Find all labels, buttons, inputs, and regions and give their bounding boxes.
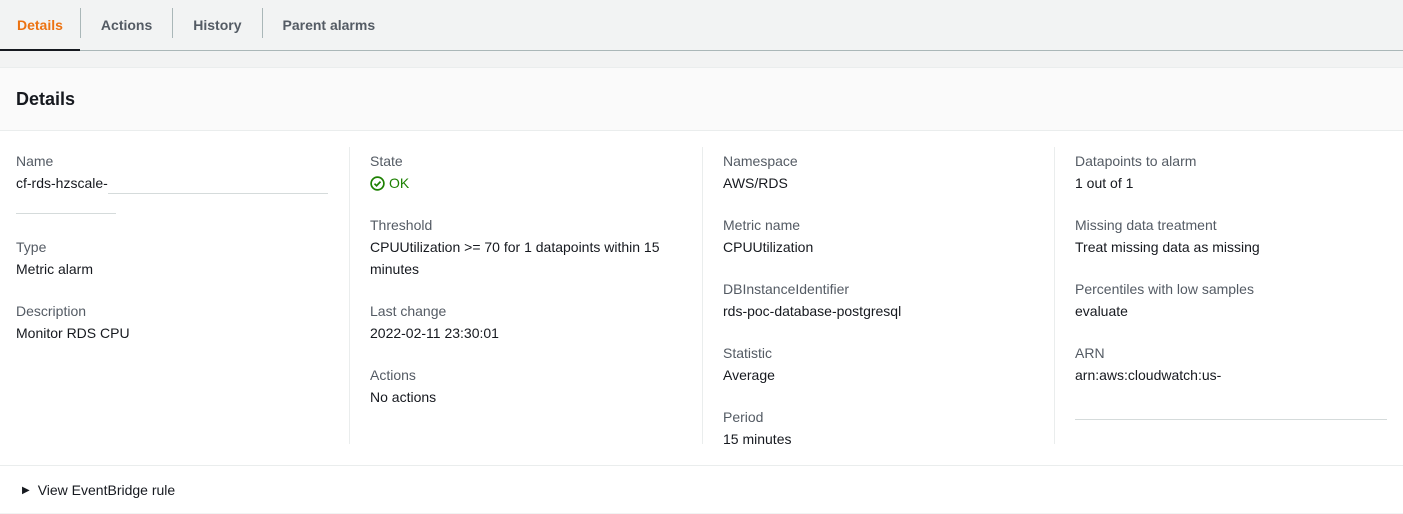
- metric-name-label: Metric name: [723, 217, 801, 233]
- dbinstance-label: DBInstanceIdentifier: [723, 281, 850, 297]
- tab-actions[interactable]: Actions: [81, 0, 172, 50]
- period-label: Period: [723, 409, 764, 425]
- missing-data-label: Missing data treatment: [1075, 217, 1217, 233]
- percentiles-value: evaluate: [1075, 303, 1128, 319]
- details-panel: Details Name cf-rds-hzscale- Type Metric …: [0, 67, 1403, 513]
- missing-data-value: Treat missing data as missing: [1075, 239, 1260, 255]
- tab-parent-alarms[interactable]: Parent alarms: [263, 0, 396, 50]
- metric-name-value: CPUUtilization: [723, 239, 814, 255]
- last-change-label: Last change: [370, 303, 447, 319]
- namespace-label: Namespace: [723, 153, 798, 169]
- column-1: Name cf-rds-hzscale- Type Metric alarm De…: [16, 150, 346, 364]
- caret-right-icon: ▶: [22, 484, 30, 496]
- percentiles-label: Percentiles with low samples: [1075, 281, 1254, 297]
- redacted-block: [16, 194, 116, 214]
- column-2: State OK Threshold CPUUtilization >= 70 f…: [349, 147, 679, 444]
- column-4: Datapoints to alarm 1 out of 1 Missing da…: [1054, 147, 1387, 444]
- threshold-value: CPUUtilization >= 70 for 1 datapoints wi…: [370, 239, 660, 277]
- tab-bar: Details Actions History Parent alarms: [0, 0, 1403, 51]
- name-label: Name: [16, 153, 54, 169]
- check-circle-icon: [370, 175, 385, 191]
- period-value: 15 minutes: [723, 431, 792, 447]
- type-label: Type: [16, 239, 47, 255]
- state-value: OK: [389, 175, 410, 191]
- tab-details[interactable]: Details: [0, 0, 80, 51]
- dbinstance-value: rds-poc-database-postgresql: [723, 303, 902, 319]
- datapoints-value: 1 out of 1: [1075, 175, 1134, 191]
- namespace-value: AWS/RDS: [723, 175, 788, 191]
- datapoints-label: Datapoints to alarm: [1075, 153, 1197, 169]
- eventbridge-expander[interactable]: ▶ View EventBridge rule: [0, 465, 1403, 514]
- tab-history[interactable]: History: [173, 0, 261, 50]
- name-value: cf-rds-hzscale-: [16, 175, 108, 191]
- statistic-value: Average: [723, 367, 775, 383]
- statistic-label: Statistic: [723, 345, 773, 361]
- type-value: Metric alarm: [16, 261, 94, 277]
- description-label: Description: [16, 303, 87, 319]
- arn-label: ARN: [1075, 345, 1105, 361]
- redacted-block: [1075, 386, 1387, 420]
- state-label: State: [370, 153, 403, 169]
- threshold-label: Threshold: [370, 217, 433, 233]
- eventbridge-expander-label: View EventBridge rule: [37, 482, 176, 498]
- actions-label: Actions: [370, 367, 416, 383]
- description-value: Monitor RDS CPU: [16, 325, 130, 341]
- column-3: Namespace AWS/RDS Metric name CPUUtilizati…: [702, 147, 1032, 447]
- panel-title: Details: [16, 88, 76, 109]
- actions-value: No actions: [370, 389, 437, 405]
- redacted-block: [107, 176, 328, 194]
- arn-value: arn:aws:cloudwatch:us-: [1075, 367, 1222, 383]
- last-change-value: 2022-02-11 23:30:01: [370, 325, 499, 341]
